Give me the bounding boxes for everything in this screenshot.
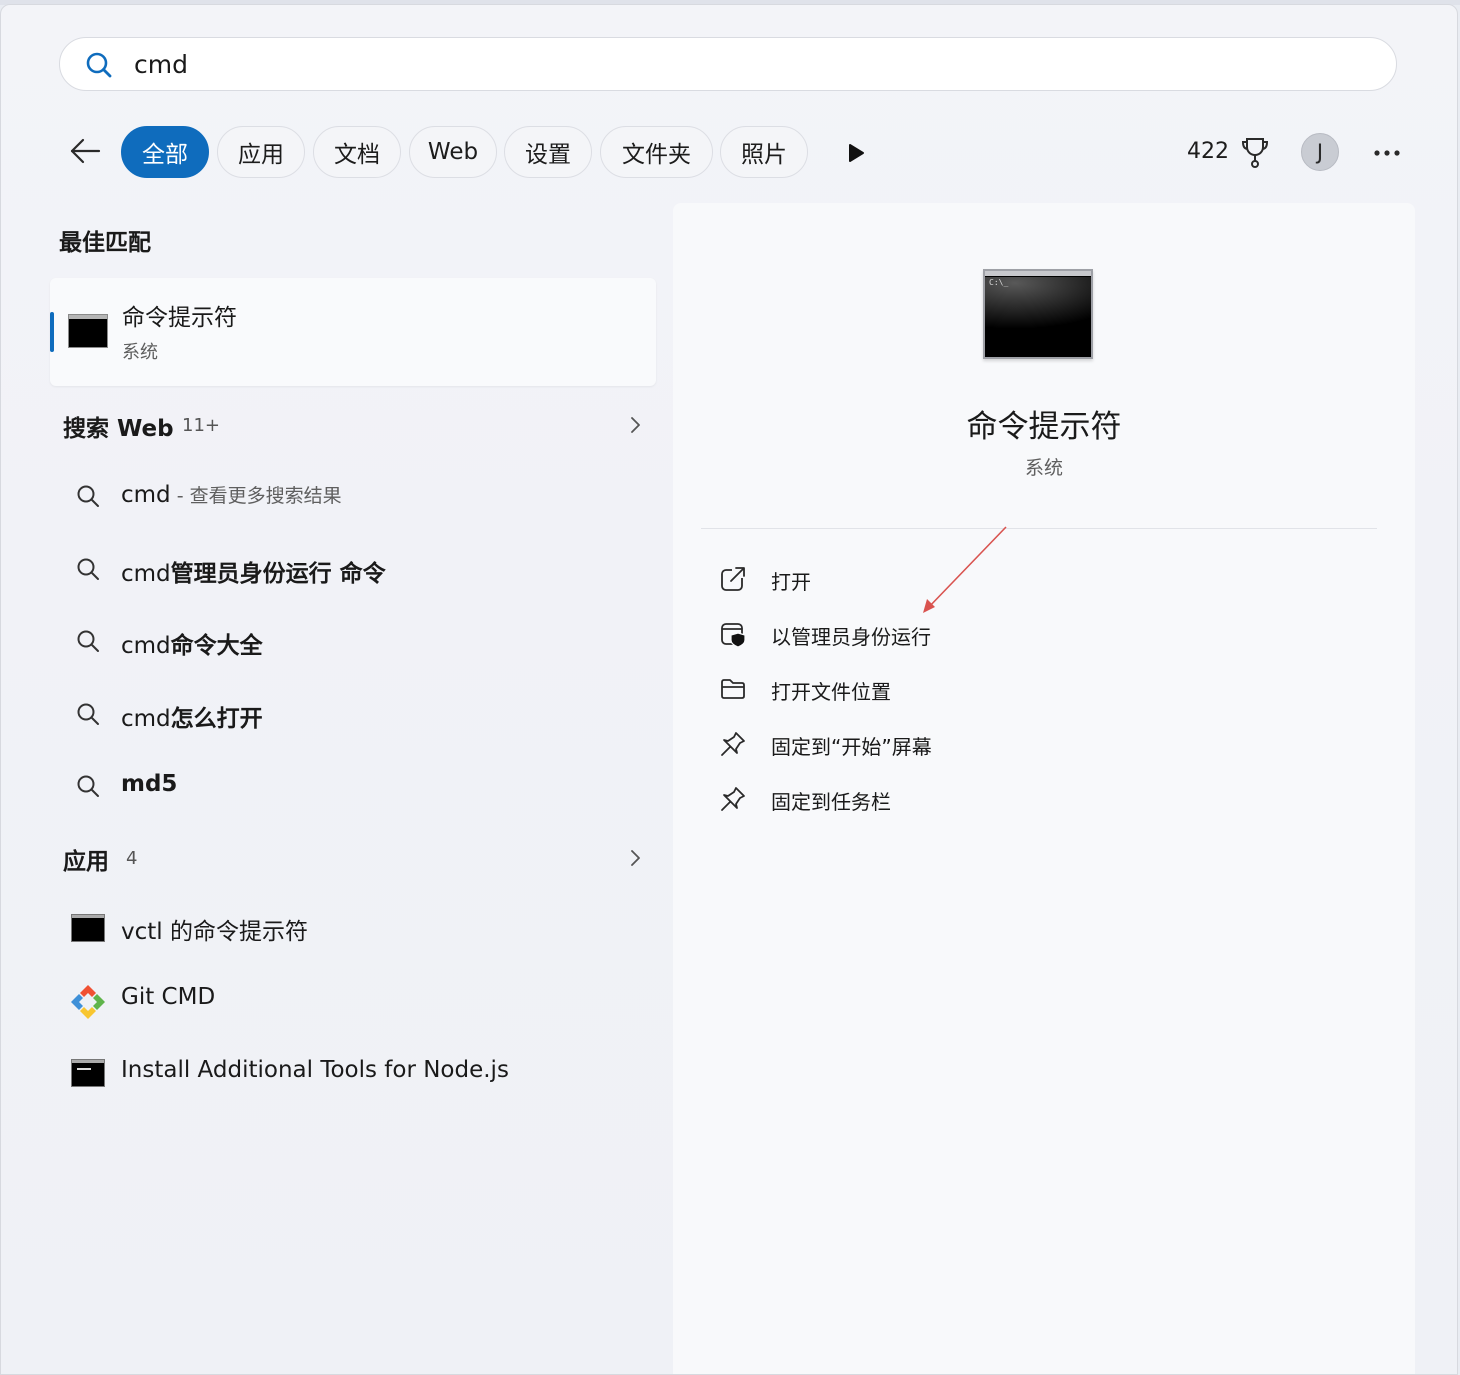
best-match-result[interactable]: 命令提示符 系统 [50, 278, 656, 386]
detail-title: 命令提示符 [966, 409, 1122, 445]
search-input[interactable] [134, 47, 1334, 81]
web-section-count: 11+ [182, 415, 220, 436]
web-result-hint: - 查看更多搜索结果 [170, 485, 342, 507]
filter-chip-photos[interactable]: 照片 [720, 126, 808, 178]
web-section-heading: 搜索 Web [63, 416, 174, 442]
search-icon [77, 703, 99, 725]
action-label: 固定到任务栏 [771, 790, 891, 814]
web-result-item[interactable]: cmd管理员身份运行 命令 [61, 540, 651, 596]
selection-indicator [50, 312, 54, 352]
web-result-text: cmd [121, 482, 171, 508]
filter-chip-all[interactable]: 全部 [121, 126, 209, 178]
web-result-item[interactable]: cmd命令大全 [61, 612, 651, 668]
action-label: 固定到“开始”屏幕 [771, 735, 932, 759]
search-icon [77, 775, 99, 797]
arrow-left-icon [70, 138, 101, 164]
search-bar[interactable] [59, 37, 1397, 91]
chevron-right-icon[interactable] [625, 848, 645, 868]
apps-section-heading: 应用 [63, 849, 109, 875]
filter-chip-folders[interactable]: 文件夹 [600, 126, 713, 178]
action-pin-to-taskbar[interactable]: 固定到任务栏 [713, 775, 1353, 821]
action-open[interactable]: 打开 [713, 555, 1353, 601]
app-result-label: Install Additional Tools for Node.js [121, 1057, 509, 1083]
app-result-item[interactable]: Install Additional Tools for Node.js [61, 1043, 651, 1103]
open-external-icon [721, 566, 746, 591]
apps-section-count: 4 [126, 848, 138, 869]
app-result-item[interactable]: vctl 的命令提示符 [61, 898, 651, 958]
web-result-item[interactable]: cmd - 查看更多搜索结果 [61, 467, 651, 523]
search-icon [77, 630, 99, 652]
best-match-title: 命令提示符 [122, 305, 237, 331]
app-result-label: Git CMD [121, 984, 216, 1010]
play-icon [849, 144, 864, 162]
best-match-heading: 最佳匹配 [59, 230, 151, 256]
more-options-button[interactable] [1369, 137, 1405, 169]
chevron-right-icon[interactable] [625, 415, 645, 435]
folder-icon [721, 679, 745, 699]
action-label: 以管理员身份运行 [771, 625, 931, 649]
best-match-subtitle: 系统 [122, 342, 158, 363]
web-result-bold-text: 怎么打开 [170, 706, 263, 732]
app-result-label: vctl 的命令提示符 [121, 919, 308, 945]
avatar[interactable]: J [1301, 133, 1339, 171]
command-prompt-icon [68, 314, 108, 348]
detail-subtitle: 系统 [1024, 457, 1063, 479]
action-label: 打开文件位置 [771, 680, 891, 704]
search-icon [86, 52, 112, 78]
search-icon [77, 558, 99, 580]
ellipsis-icon [1374, 150, 1400, 156]
web-result-bold-text: 命令大全 [170, 633, 263, 659]
app-result-item[interactable]: Git CMD [61, 970, 651, 1030]
detail-panel: C:\_ 命令提示符 系统 打开 以管理员身份运行 打开文件位置 固定到“开始”… [673, 203, 1415, 1374]
web-result-bold-text: 管理员身份运行 命令 [170, 561, 386, 587]
action-pin-to-start[interactable]: 固定到“开始”屏幕 [713, 720, 1353, 766]
rewards-points: 422 [1187, 139, 1229, 164]
admin-shield-icon [721, 623, 746, 648]
filter-chip-web[interactable]: Web [409, 126, 497, 178]
detail-divider [701, 528, 1377, 529]
web-result-text: cmd [121, 706, 171, 732]
git-cmd-icon [71, 985, 105, 1019]
search-window: 全部 应用 文档 Web 设置 文件夹 照片 422 J 最佳匹配 命令提示符 … [0, 4, 1458, 1375]
filter-chip-apps[interactable]: 应用 [217, 126, 305, 178]
web-result-item[interactable]: md5 [61, 757, 651, 813]
action-label: 打开 [771, 570, 811, 594]
command-prompt-large-icon: C:\_ [983, 269, 1093, 359]
pin-icon [721, 787, 745, 811]
pin-icon [721, 732, 745, 756]
console-app-icon [71, 1059, 105, 1087]
action-open-file-location[interactable]: 打开文件位置 [713, 665, 1353, 711]
filter-chip-documents[interactable]: 文档 [313, 126, 401, 178]
web-result-bold-text: md5 [121, 771, 178, 797]
command-prompt-icon [71, 914, 105, 942]
action-run-as-admin[interactable]: 以管理员身份运行 [713, 610, 1353, 656]
more-filters-button[interactable] [839, 137, 873, 169]
web-result-item[interactable]: cmd怎么打开 [61, 685, 651, 741]
back-button[interactable] [65, 131, 105, 171]
web-result-text: cmd [121, 561, 171, 587]
trophy-icon[interactable] [1239, 135, 1271, 169]
filter-chip-settings[interactable]: 设置 [504, 126, 592, 178]
web-result-text: cmd [121, 633, 171, 659]
search-icon [77, 485, 99, 507]
